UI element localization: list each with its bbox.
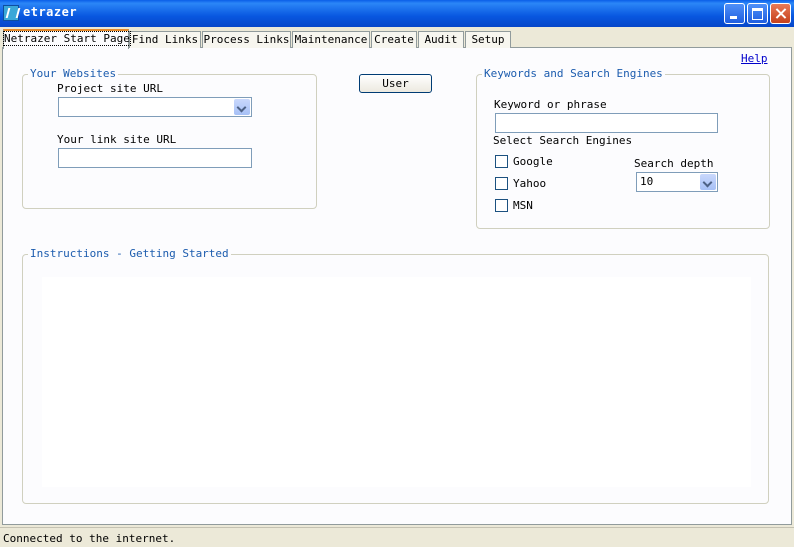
maximize-button[interactable] [747, 3, 768, 24]
tab-find-links[interactable]: Find Links [129, 31, 201, 48]
keywords-legend: Keywords and Search Engines [482, 67, 665, 80]
keyword-input[interactable] [495, 113, 718, 133]
close-button[interactable] [770, 3, 791, 24]
websites-legend: Your Websites [28, 67, 119, 80]
project-url-select[interactable] [58, 97, 252, 117]
help-link[interactable]: Help [741, 52, 768, 65]
msn-checkbox[interactable] [495, 199, 508, 212]
chevron-down-icon[interactable] [700, 174, 716, 190]
depth-value: 10 [640, 175, 654, 188]
status-text: Connected to the internet. [3, 532, 176, 545]
google-checkbox[interactable] [495, 155, 508, 168]
project-url-label: Project site URL [57, 82, 163, 95]
instructions-content [42, 277, 751, 487]
tab-process-links[interactable]: Process Links [202, 31, 291, 48]
user-button[interactable]: User [359, 74, 432, 93]
title-bar: etrazer [0, 0, 794, 27]
tab-setup[interactable]: Setup [465, 31, 511, 48]
link-url-input[interactable] [58, 148, 252, 168]
tab-maintenance[interactable]: Maintenance [292, 31, 370, 48]
tab-create[interactable]: Create [371, 31, 417, 48]
depth-select[interactable]: 10 [636, 172, 718, 192]
google-label: Google [513, 155, 553, 168]
window-title: etrazer [23, 5, 78, 19]
engines-label: Select Search Engines [493, 134, 633, 147]
instructions-legend: Instructions - Getting Started [28, 247, 231, 260]
link-url-label: Your link site URL [57, 133, 177, 146]
keyword-label: Keyword or phrase [494, 98, 607, 111]
status-bar: Connected to the internet. [0, 527, 794, 547]
app-icon [3, 5, 19, 21]
chevron-down-icon[interactable] [234, 99, 250, 115]
yahoo-label: Yahoo [513, 177, 547, 190]
yahoo-checkbox[interactable] [495, 177, 508, 190]
tab-audit[interactable]: Audit [418, 31, 464, 48]
minimize-button[interactable] [724, 3, 745, 24]
depth-label: Search depth [634, 157, 714, 170]
msn-label: MSN [513, 199, 533, 212]
tab-netrazer-start-page[interactable]: Netrazer Start Page [3, 29, 131, 49]
